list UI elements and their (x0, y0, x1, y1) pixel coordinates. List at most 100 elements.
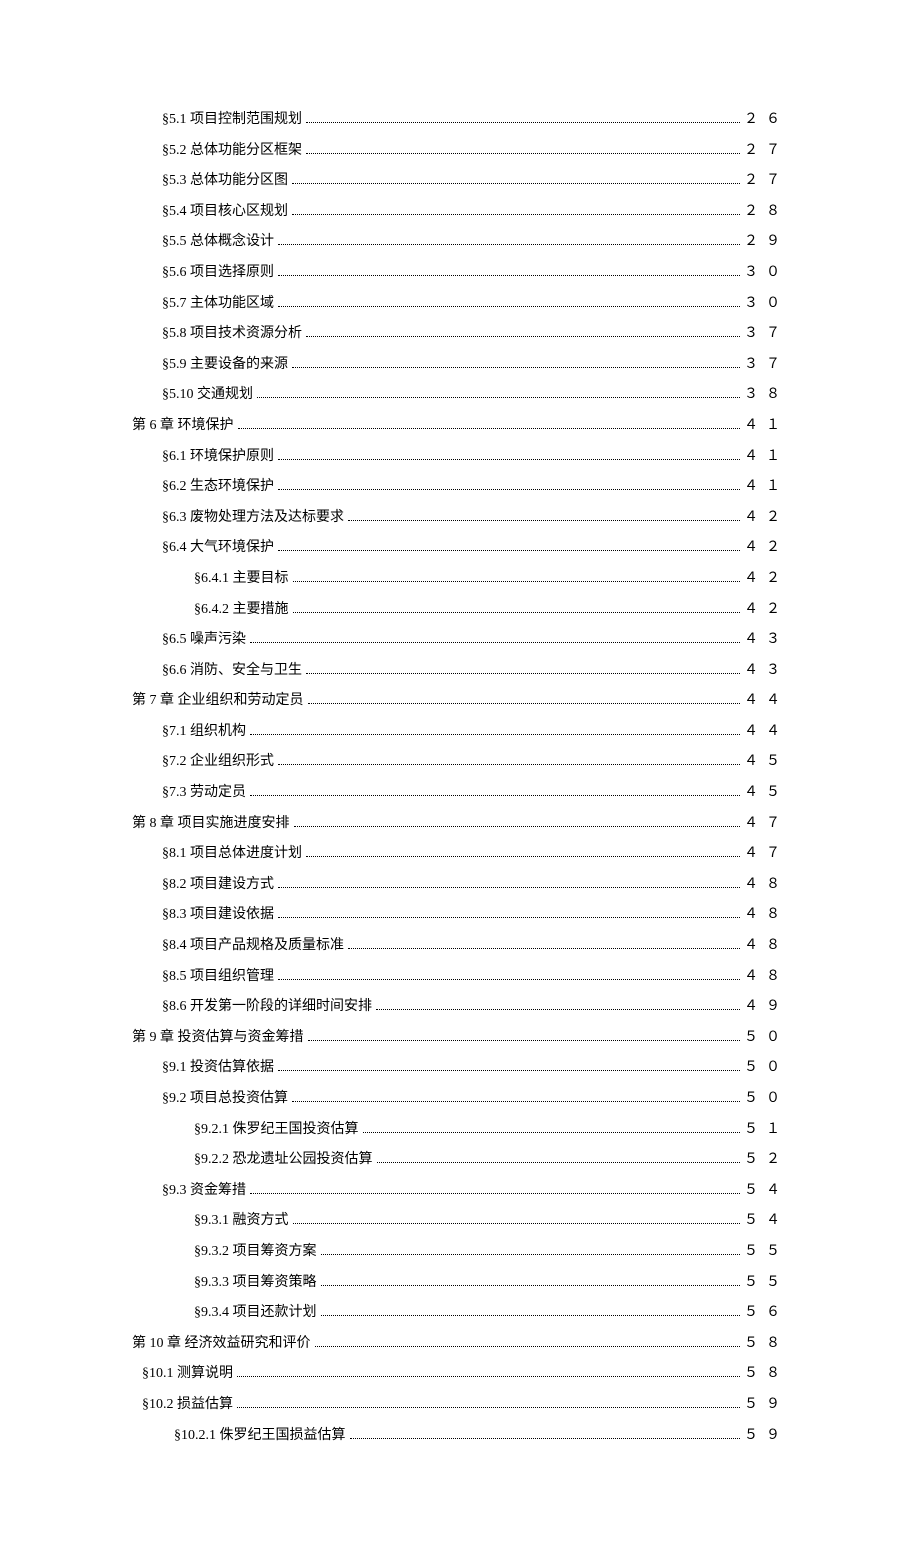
toc-label: 第 9 章 投资估算与资金筹措 (132, 1028, 304, 1048)
toc-leader-dots (376, 1009, 740, 1010)
toc-label: §8.5 项目组织管理 (162, 967, 274, 987)
toc-entry: §6.2 生态环境保护 ４１ (132, 477, 788, 497)
toc-leader-dots (238, 428, 741, 429)
toc-label: §9.2 项目总投资估算 (162, 1089, 288, 1109)
toc-page-number: ４３ (744, 661, 788, 681)
toc-label: §8.4 项目产品规格及质量标准 (162, 936, 344, 956)
toc-leader-dots (350, 1438, 741, 1439)
toc-entry: §6.4.2 主要措施４２ (132, 600, 788, 620)
toc-label: §5.4 项目核心区规划 (162, 202, 288, 222)
toc-label: §7.2 企业组织形式 (162, 752, 274, 772)
toc-leader-dots (306, 153, 740, 154)
toc-page-number: ３７ (744, 324, 788, 344)
toc-label: §8.3 项目建设依据 (162, 905, 274, 925)
toc-page-number: ３０ (744, 263, 788, 283)
toc-entry: §6.6 消防、安全与卫生４３ (132, 661, 788, 681)
toc-page-number: ４４ (744, 691, 788, 711)
toc-label: §9.3.4 项目还款计划 (194, 1303, 317, 1323)
toc-label: §6.2 生态环境保护 (162, 477, 274, 497)
toc-leader-dots (321, 1315, 741, 1316)
toc-entry: §7.3 劳动定员 ４５ (132, 783, 788, 803)
toc-page-number: ２７ (744, 171, 788, 191)
toc-page-number: ５６ (744, 1303, 788, 1323)
toc-page-number: ４３ (744, 630, 788, 650)
toc-leader-dots (250, 1193, 740, 1194)
toc-entry: §8.5 项目组织管理４８ (132, 967, 788, 987)
toc-label: 第 8 章 项目实施进度安排 (132, 814, 290, 834)
toc-leader-dots (306, 673, 740, 674)
toc-leader-dots (278, 917, 740, 918)
toc-label: §9.3.1 融资方式 (194, 1211, 289, 1231)
toc-page-number: ４２ (744, 508, 788, 528)
toc-page-number: ４５ (744, 752, 788, 772)
toc-label: §5.10 交通规划 (162, 385, 253, 405)
toc-entry: §6.4.1 主要目标４２ (132, 569, 788, 589)
toc-entry: §7.1 组织机构４４ (132, 722, 788, 742)
toc-leader-dots (278, 979, 740, 980)
toc-label: 第 7 章 企业组织和劳动定员 (132, 691, 304, 711)
toc-label: §5.3 总体功能分区图 (162, 171, 288, 191)
toc-entry: §10.1 测算说明５８ (132, 1364, 788, 1384)
toc-page-number: ２８ (744, 202, 788, 222)
toc-page-number: ２６ (744, 110, 788, 130)
toc-leader-dots (348, 520, 740, 521)
toc-entry: §5.1 项目控制范围规划 ２６ (132, 110, 788, 130)
toc-page-number: ３０ (744, 294, 788, 314)
toc-label: §7.3 劳动定员 (162, 783, 246, 803)
toc-leader-dots (278, 489, 740, 490)
toc-page-number: ４７ (744, 844, 788, 864)
toc-entry: §5.2 总体功能分区框架２７ (132, 141, 788, 161)
toc-entry: §9.3.1 融资方式５４ (132, 1211, 788, 1231)
toc-leader-dots (306, 856, 740, 857)
toc-page-number: ５０ (744, 1058, 788, 1078)
toc-label: §6.3 废物处理方法及达标要求 (162, 508, 344, 528)
toc-label: §6.1 环境保护原则 (162, 447, 274, 467)
toc-leader-dots (377, 1162, 741, 1163)
toc-entry: §5.3 总体功能分区图 ２７ (132, 171, 788, 191)
toc-label: §5.2 总体功能分区框架 (162, 141, 302, 161)
toc-leader-dots (278, 1070, 740, 1071)
toc-entry: §6.3 废物处理方法及达标要求 ４２ (132, 508, 788, 528)
table-of-contents: §5.1 项目控制范围规划２６§5.2 总体功能分区框架２７§5.3 总体功能分… (132, 110, 788, 1445)
toc-entry: §9.3.4 项目还款计划 ５６ (132, 1303, 788, 1323)
toc-entry: §9.3.3 项目筹资策略 ５５ (132, 1273, 788, 1293)
toc-entry: §5.5 总体概念设计２９ (132, 232, 788, 252)
toc-page-number: ４２ (744, 538, 788, 558)
toc-page-number: ４５ (744, 783, 788, 803)
toc-label: §8.6 开发第一阶段的详细时间安排 (162, 997, 372, 1017)
toc-leader-dots (293, 612, 741, 613)
toc-label: 第 10 章 经济效益研究和评价 (132, 1334, 311, 1354)
toc-label: §9.3.3 项目筹资策略 (194, 1273, 317, 1293)
toc-page-number: ４１ (744, 477, 788, 497)
toc-leader-dots (308, 1040, 741, 1041)
toc-page-number: ４２ (744, 569, 788, 589)
toc-entry: §5.9 主要设备的来源３７ (132, 355, 788, 375)
toc-entry: §7.2 企业组织形式 ４５ (132, 752, 788, 772)
toc-page-number: ４２ (744, 600, 788, 620)
toc-entry: §8.1 项目总体进度计划４７ (132, 844, 788, 864)
toc-entry: §6.4 大气环境保护４２ (132, 538, 788, 558)
toc-label: §5.1 项目控制范围规划 (162, 110, 302, 130)
toc-entry: §10.2.1 侏罗纪王国损益估算５９ (132, 1426, 788, 1446)
toc-leader-dots (250, 795, 740, 796)
toc-entry: 第 8 章 项目实施进度安排 ４７ (132, 814, 788, 834)
toc-page-number: ５５ (744, 1273, 788, 1293)
toc-label: §10.2 损益估算 (142, 1395, 233, 1415)
toc-leader-dots (321, 1285, 741, 1286)
toc-entry: §8.6 开发第一阶段的详细时间安排４９ (132, 997, 788, 1017)
toc-label: §10.2.1 侏罗纪王国损益估算 (174, 1426, 346, 1446)
toc-page-number: ４７ (744, 814, 788, 834)
toc-label: §9.1 投资估算依据 (162, 1058, 274, 1078)
toc-leader-dots (294, 826, 741, 827)
toc-entry: 第 10 章 经济效益研究和评价５８ (132, 1334, 788, 1354)
toc-page-number: ５０ (744, 1089, 788, 1109)
toc-entry: §5.7 主体功能区域３０ (132, 294, 788, 314)
toc-page-number: ５２ (744, 1150, 788, 1170)
toc-label: §5.9 主要设备的来源 (162, 355, 288, 375)
toc-leader-dots (308, 703, 741, 704)
toc-label: §5.8 项目技术资源分析 (162, 324, 302, 344)
toc-leader-dots (278, 764, 740, 765)
toc-entry: §8.2 项目建设方式４８ (132, 875, 788, 895)
toc-page-number: ４８ (744, 875, 788, 895)
toc-leader-dots (250, 642, 740, 643)
